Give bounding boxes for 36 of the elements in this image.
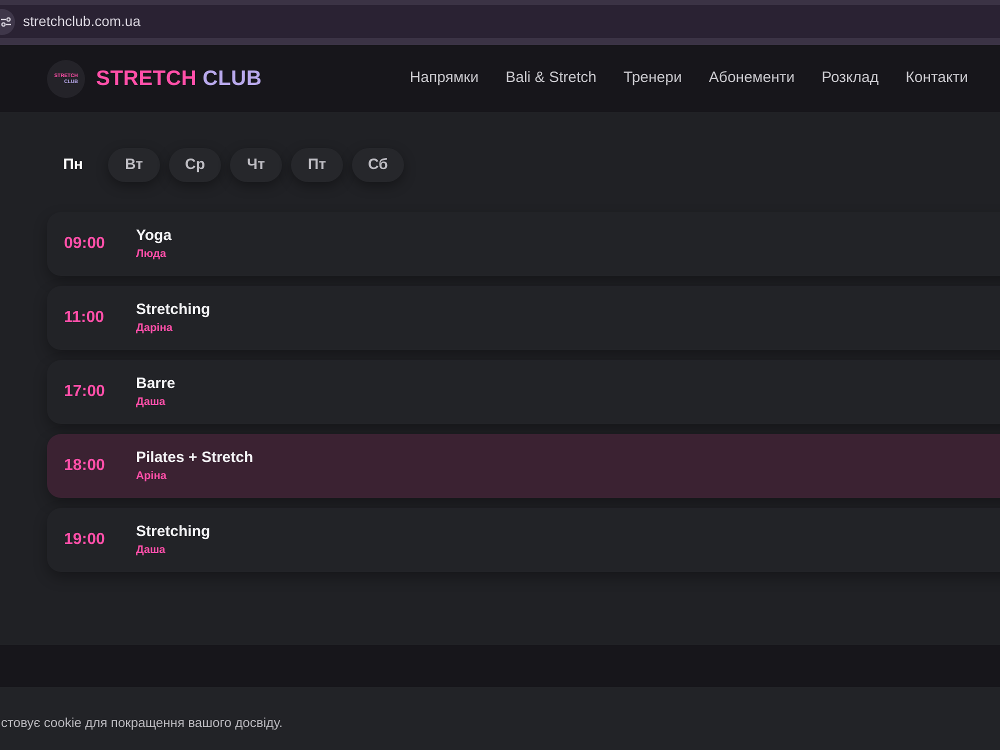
- class-row[interactable]: 17:00 Barre Даша: [47, 360, 1000, 424]
- class-row[interactable]: 09:00 Yoga Люда: [47, 212, 1000, 276]
- url-text: stretchclub.com.ua: [23, 12, 140, 31]
- nav-link[interactable]: Bali & Stretch: [506, 67, 596, 90]
- class-time: 19:00: [64, 530, 106, 550]
- instructor-name: Даша: [136, 395, 166, 410]
- class-time: 09:00: [64, 234, 106, 254]
- class-title: Stretching: [136, 522, 210, 542]
- class-row[interactable]: 11:00 Stretching Даріна: [47, 286, 1000, 350]
- day-tab[interactable]: Ср: [169, 148, 221, 182]
- nav-link[interactable]: Розклад: [822, 67, 879, 90]
- class-title: Barre: [136, 374, 176, 394]
- nav-link[interactable]: Контакти: [906, 67, 968, 90]
- day-tab[interactable]: Чт: [230, 148, 282, 182]
- class-time: 11:00: [64, 308, 106, 328]
- instructor-name: Люда: [136, 247, 168, 262]
- instructor-name: Даріна: [136, 321, 174, 336]
- class-time: 18:00: [64, 456, 106, 476]
- nav-link[interactable]: Напрямки: [410, 67, 479, 90]
- day-tab[interactable]: Пт: [291, 148, 343, 182]
- brand-name[interactable]: STRETCH CLUB: [96, 62, 262, 94]
- class-row[interactable]: 19:00 Stretching Даша: [47, 508, 1000, 572]
- class-title: Yoga: [136, 226, 172, 246]
- day-tab[interactable]: Вт: [108, 148, 160, 182]
- day-tab[interactable]: Сб: [352, 148, 404, 182]
- address-bar[interactable]: stretchclub.com.ua: [0, 5, 1000, 38]
- cookie-text: стовує cookie для покращення вашого досвіду.: [1, 714, 283, 732]
- instructor-name: Даша: [136, 543, 166, 558]
- day-tab[interactable]: Пн: [47, 148, 99, 182]
- class-time: 17:00: [64, 382, 106, 402]
- class-title: Stretching: [136, 300, 210, 320]
- class-title: Pilates + Stretch: [136, 448, 254, 468]
- nav-link[interactable]: Абонементи: [708, 67, 795, 90]
- nav-link[interactable]: Тренери: [624, 67, 682, 90]
- instructor-name: Аріна: [136, 469, 168, 484]
- class-row[interactable]: 18:00 Pilates + Stretch Аріна: [47, 434, 1000, 498]
